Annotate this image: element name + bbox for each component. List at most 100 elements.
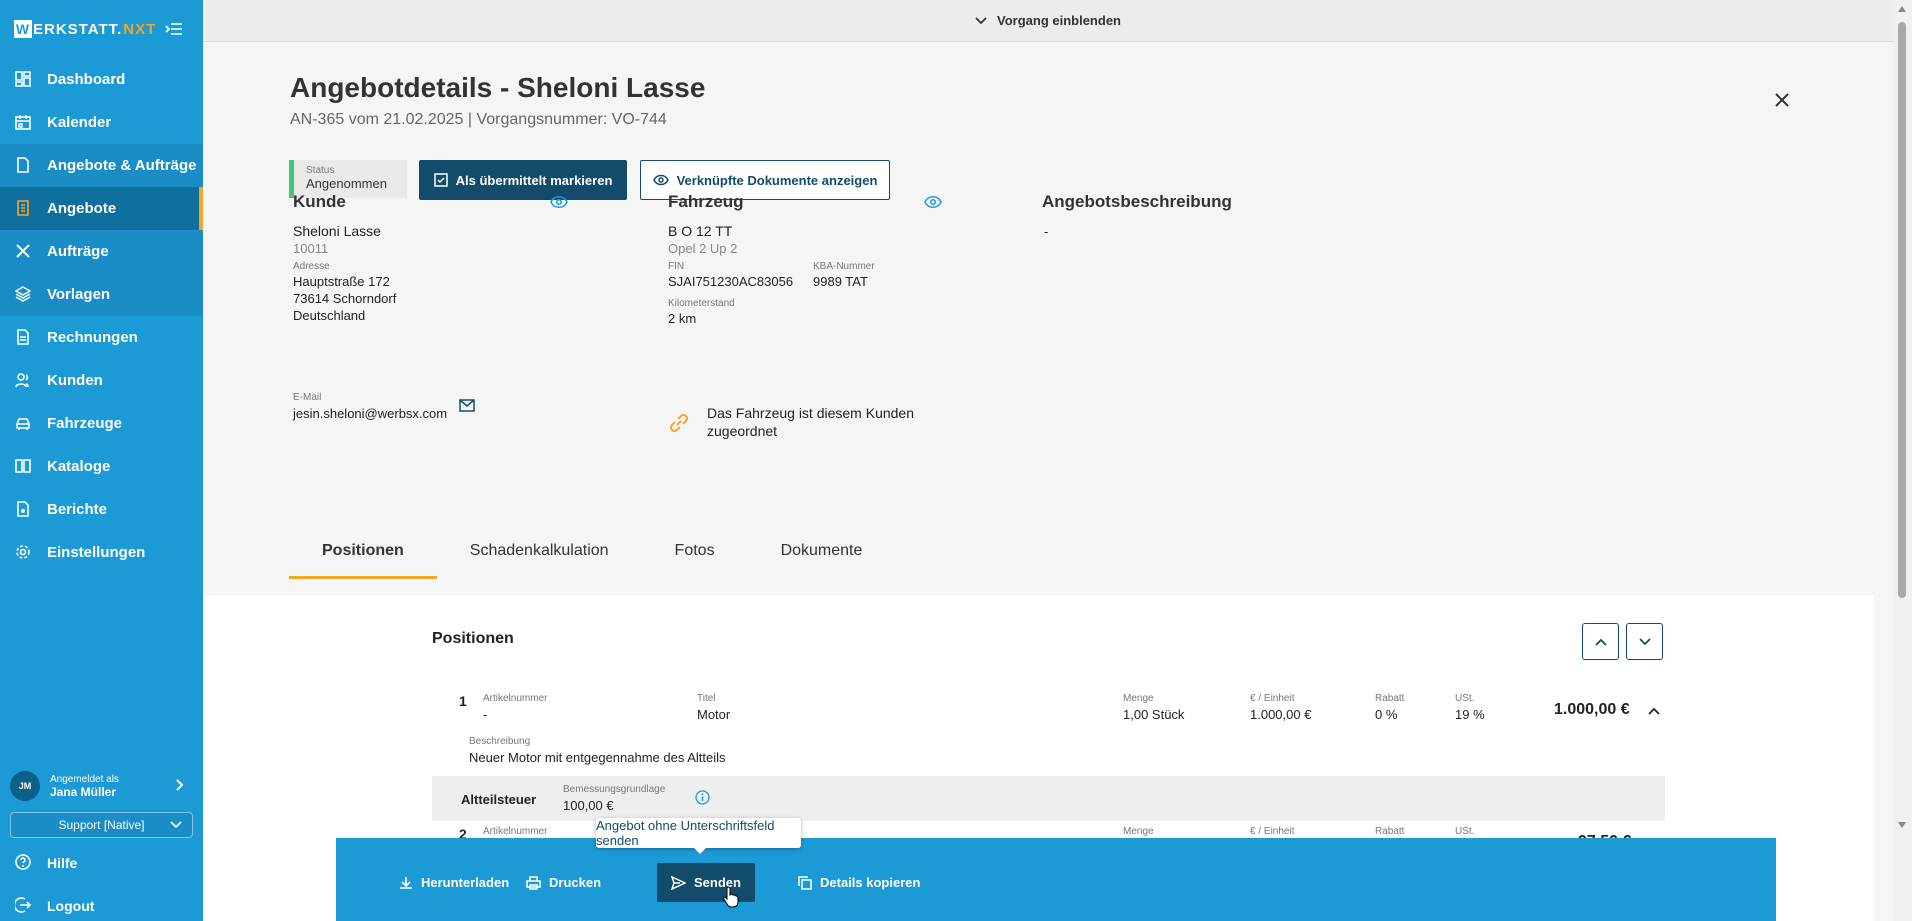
mark-sent-label: Als übermittelt markieren <box>455 172 613 188</box>
unit-price-label: € / Einheit <box>1250 693 1295 704</box>
sidebar-nav: Dashboard Kalender Angebote & Aufträge A… <box>0 58 203 574</box>
view-vehicle-eye-icon[interactable] <box>924 195 942 209</box>
logged-in-label: Angemeldet als <box>50 773 119 785</box>
user-profile[interactable]: JM Angemeldet als Jana Müller <box>0 764 203 808</box>
tab-bar: Positionen Schadenkalkulation Fotos Doku… <box>289 542 895 579</box>
close-icon[interactable] <box>1772 90 1792 110</box>
sidebar-item-kunden[interactable]: Kunden <box>0 359 203 402</box>
vehicle-assigned-line1: Das Fahrzeug ist diesem Kunden <box>707 405 914 421</box>
sidebar-item-label: Einstellungen <box>47 544 146 561</box>
show-process-label: Vorgang einblenden <box>997 13 1121 28</box>
row-article: - <box>483 707 488 722</box>
sidebar-item-fahrzeuge[interactable]: Fahrzeuge <box>0 402 203 445</box>
report-icon <box>15 500 33 519</box>
qty-label: Menge <box>1123 693 1154 704</box>
article-label: Artikelnummer <box>483 826 548 837</box>
sidebar-item-label: Rechnungen <box>47 329 138 346</box>
download-button[interactable]: Herunterladen <box>385 863 523 902</box>
print-button[interactable]: Drucken <box>512 863 615 902</box>
offer-icon <box>15 199 33 218</box>
status-value: Angenommen <box>306 176 387 191</box>
tab-schadenkalkulation[interactable]: Schadenkalkulation <box>437 542 642 579</box>
collapse-sidebar-icon[interactable] <box>165 22 183 36</box>
printer-icon <box>526 875 541 890</box>
tab-fotos[interactable]: Fotos <box>642 542 748 579</box>
invoice-icon <box>15 328 33 347</box>
vehicle-kba: 9989 TAT <box>813 274 868 289</box>
description-value: - <box>1044 224 1049 239</box>
user-box: JM Angemeldet als Jana Müller Support [N… <box>0 764 203 838</box>
scroll-down-arrow[interactable] <box>1898 822 1906 828</box>
view-customer-eye-icon[interactable] <box>550 195 568 209</box>
email-label: E-Mail <box>293 392 322 403</box>
user-name: Jana Müller <box>50 784 117 799</box>
info-icon[interactable] <box>695 790 710 805</box>
move-down-button[interactable] <box>1626 623 1663 660</box>
help-icon <box>15 853 33 872</box>
main-content: Angebotdetails - Sheloni Lasse AN-365 vo… <box>203 42 1893 921</box>
sidebar-item-hilfe[interactable]: Hilfe <box>0 841 203 884</box>
user-text: Angemeldet als Jana Müller <box>50 774 119 799</box>
send-icon <box>671 875 686 890</box>
row-total: 1.000,00 € <box>1554 701 1630 718</box>
page-title: Angebotdetails - Sheloni Lasse <box>290 72 706 103</box>
sidebar-item-berichte[interactable]: Berichte <box>0 488 203 531</box>
copy-details-button[interactable]: Details kopieren <box>784 863 934 902</box>
address-line1: Hauptstraße 172 <box>293 274 390 289</box>
chevron-down-icon <box>170 821 182 829</box>
support-select[interactable]: Support [Native] <box>10 812 193 838</box>
sidebar-item-angebote-auftraege[interactable]: Angebote & Aufträge <box>0 144 203 187</box>
move-up-button[interactable] <box>1582 623 1619 660</box>
show-process-toggle[interactable]: Vorgang einblenden <box>203 0 1893 42</box>
vehicle-km: 2 km <box>668 311 697 326</box>
kba-label: KBA-Nummer <box>813 261 875 272</box>
sidebar-item-einstellungen[interactable]: Einstellungen <box>0 531 203 574</box>
basis-label: Bemessungsgrundlage <box>563 784 666 795</box>
customer-email[interactable]: jesin.sheloni@werbsx.com <box>293 405 447 422</box>
tab-dokumente[interactable]: Dokumente <box>748 542 896 579</box>
mail-icon[interactable] <box>459 399 475 412</box>
address-line2: 73614 Schorndorf <box>293 291 397 306</box>
avatar: JM <box>10 771 40 801</box>
sidebar-item-label: Kalender <box>47 114 112 131</box>
sidebar-item-logout[interactable]: Logout <box>0 884 203 921</box>
altteil-row <box>432 776 1665 821</box>
sidebar-item-rechnungen[interactable]: Rechnungen <box>0 316 203 359</box>
collapse-row-chevron-up-icon[interactable] <box>1648 707 1660 715</box>
vehicle-fin: SJAI751230AC83056 <box>668 274 794 289</box>
sidebar-item-label: Logout <box>47 897 95 914</box>
vehicle-plate: B O 12 TT <box>668 223 733 239</box>
sidebar-item-auftraege[interactable]: Aufträge <box>0 230 203 273</box>
calendar-icon <box>15 114 33 132</box>
page-subtitle: AN-365 vom 21.02.2025 | Vorgangsnummer: … <box>290 111 667 128</box>
positions-title: Positionen <box>432 630 514 647</box>
address-label: Adresse <box>293 261 330 272</box>
show-linked-docs-label: Verknüpfte Dokumente anzeigen <box>676 172 878 188</box>
row-qty: 1,00 Stück <box>1123 707 1185 722</box>
sidebar-bottom-nav: Hilfe Logout <box>0 841 203 921</box>
tab-positionen[interactable]: Positionen <box>289 542 437 579</box>
qty-label: Menge <box>1123 826 1154 837</box>
layers-icon <box>15 285 33 304</box>
sidebar-item-vorlagen[interactable]: Vorlagen <box>0 273 203 316</box>
discount-label: Rabatt <box>1375 693 1405 704</box>
title-label: Titel <box>697 693 716 704</box>
checkbox-icon <box>433 173 448 187</box>
customer-title: Kunde <box>293 192 346 211</box>
print-label: Drucken <box>549 875 602 890</box>
app-logo[interactable]: W ERKSTATT. NXT <box>14 20 156 38</box>
sidebar-item-kalender[interactable]: Kalender <box>0 101 203 144</box>
scroll-up-arrow[interactable] <box>1898 6 1906 12</box>
chevron-up-icon <box>1594 638 1607 646</box>
scrollbar-thumb[interactable] <box>1898 22 1906 598</box>
send-button[interactable]: Senden <box>657 863 755 902</box>
sidebar-item-angebote[interactable]: Angebote <box>0 187 203 230</box>
scrollbar[interactable] <box>1893 0 1912 921</box>
sidebar-item-kataloge[interactable]: Kataloge <box>0 445 203 488</box>
chevron-right-icon[interactable] <box>175 778 185 792</box>
sidebar: W ERKSTATT. NXT Dashboard Kalender Angeb… <box>0 0 203 921</box>
mark-sent-button[interactable]: Als übermittelt markieren <box>419 160 627 200</box>
row-number: 1 <box>459 693 467 709</box>
sidebar-item-dashboard[interactable]: Dashboard <box>0 58 203 101</box>
row-unit-price: 1.000,00 € <box>1250 707 1312 722</box>
